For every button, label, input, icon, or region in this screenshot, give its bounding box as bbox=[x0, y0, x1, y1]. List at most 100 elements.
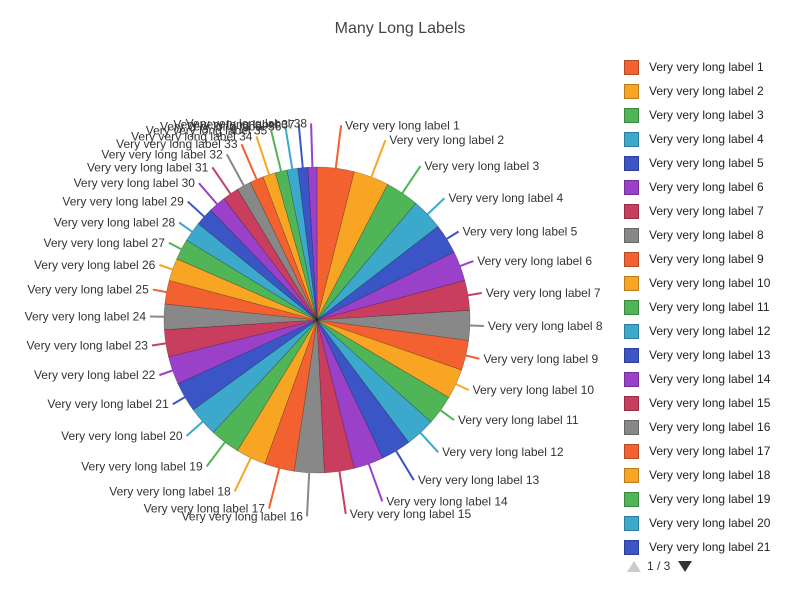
legend-swatch bbox=[624, 347, 639, 363]
pie-leader-line-34 bbox=[255, 136, 271, 176]
legend-item-19[interactable]: Very very long label 19 bbox=[624, 487, 794, 511]
legend-item-18[interactable]: Very very long label 18 bbox=[624, 463, 794, 487]
pie-label-28: Very very long label 28 bbox=[54, 216, 176, 230]
legend-item-11[interactable]: Very very long label 11 bbox=[624, 295, 794, 319]
legend-item-8[interactable]: Very very long label 8 bbox=[624, 223, 794, 247]
legend-item-21[interactable]: Very very long label 21 bbox=[624, 535, 794, 559]
pie-leader-line-6 bbox=[459, 260, 474, 267]
pager-down-arrow-icon[interactable] bbox=[678, 560, 693, 572]
pie-leader-line-26 bbox=[159, 263, 173, 271]
legend-label: Very very long label 4 bbox=[649, 132, 764, 146]
legend-swatch bbox=[624, 491, 639, 507]
legend-swatch bbox=[624, 179, 639, 195]
pie-leader-line-15 bbox=[338, 471, 347, 515]
pie-label-21: Very very long label 21 bbox=[47, 397, 169, 411]
legend-item-4[interactable]: Very very long label 4 bbox=[624, 127, 794, 151]
pie-leader-line-2 bbox=[370, 139, 387, 178]
pie-leader-line-25 bbox=[152, 288, 167, 294]
pie-label-24: Very very long label 24 bbox=[25, 309, 147, 323]
legend-swatch bbox=[624, 299, 639, 315]
legend-swatch bbox=[624, 539, 639, 555]
pie-leader-line-19 bbox=[205, 441, 226, 468]
legend-label: Very very long label 1 bbox=[649, 60, 764, 74]
legend-swatch bbox=[624, 275, 639, 291]
legend-swatch bbox=[624, 131, 639, 147]
pie-label-17: Very very long label 17 bbox=[144, 502, 266, 516]
pie-leader-line-37 bbox=[297, 124, 304, 168]
legend-swatch bbox=[624, 203, 639, 219]
pie-leader-line-31 bbox=[211, 166, 232, 195]
legend-label: Very very long label 12 bbox=[649, 324, 771, 338]
legend-item-13[interactable]: Very very long label 13 bbox=[624, 343, 794, 367]
legend-item-20[interactable]: Very very long label 20 bbox=[624, 511, 794, 535]
legend-item-5[interactable]: Very very long label 5 bbox=[624, 151, 794, 175]
pie-leader-line-27 bbox=[168, 241, 182, 251]
legend-item-1[interactable]: Very very long label 1 bbox=[624, 55, 794, 79]
pie-leader-line-36 bbox=[284, 126, 294, 170]
pie-label-1: Very very long label 1 bbox=[345, 118, 460, 132]
pie-label-12: Very very long label 12 bbox=[442, 445, 564, 459]
legend-label: Very very long label 10 bbox=[649, 276, 771, 290]
legend-label: Very very long label 8 bbox=[649, 228, 764, 242]
pie-leader-line-12 bbox=[419, 432, 439, 453]
pie-label-26: Very very long label 26 bbox=[34, 258, 156, 272]
pie-label-11: Very very long label 11 bbox=[458, 413, 579, 427]
pie-leader-line-22 bbox=[159, 369, 173, 377]
legend-swatch bbox=[624, 155, 639, 171]
pie-leader-line-30 bbox=[198, 182, 218, 205]
pie-leader-line-10 bbox=[455, 383, 470, 391]
legend-swatch bbox=[624, 443, 639, 459]
legend-label: Very very long label 13 bbox=[649, 348, 771, 362]
pie-leader-line-20 bbox=[185, 420, 204, 437]
legend-item-14[interactable]: Very very long label 14 bbox=[624, 367, 794, 391]
legend-item-12[interactable]: Very very long label 12 bbox=[624, 319, 794, 343]
legend-swatch bbox=[624, 419, 639, 435]
legend-label: Very very long label 18 bbox=[649, 468, 771, 482]
pie-leader-line-29 bbox=[187, 200, 205, 218]
legend-label: Very very long label 5 bbox=[649, 156, 764, 170]
legend-swatch bbox=[624, 395, 639, 411]
pie-label-23: Very very long label 23 bbox=[27, 338, 149, 352]
legend-swatch bbox=[624, 83, 639, 99]
legend-item-16[interactable]: Very very long label 16 bbox=[624, 415, 794, 439]
pie-label-6: Very very long label 6 bbox=[477, 254, 592, 268]
legend-label: Very very long label 20 bbox=[649, 516, 771, 530]
legend-label: Very very long label 14 bbox=[649, 372, 771, 386]
pie-label-30: Very very long label 30 bbox=[74, 176, 196, 190]
legend-label: Very very long label 2 bbox=[649, 84, 764, 98]
pie-label-10: Very very long label 10 bbox=[473, 383, 595, 397]
legend-swatch bbox=[624, 251, 639, 267]
legend-swatch bbox=[624, 467, 639, 483]
legend-item-3[interactable]: Very very long label 3 bbox=[624, 103, 794, 127]
pie-label-15: Very very long label 15 bbox=[350, 507, 472, 521]
legend-item-2[interactable]: Very very long label 2 bbox=[624, 79, 794, 103]
pager-up-arrow-icon[interactable] bbox=[627, 560, 641, 572]
pie-label-2: Very very long label 2 bbox=[389, 133, 504, 147]
pie-leader-line-1 bbox=[334, 125, 343, 169]
legend-item-9[interactable]: Very very long label 9 bbox=[624, 247, 794, 271]
pie-slices bbox=[163, 166, 471, 474]
pie-label-4: Very very long label 4 bbox=[448, 191, 563, 205]
legend-item-17[interactable]: Very very long label 17 bbox=[624, 439, 794, 463]
pie-label-29: Very very long label 29 bbox=[62, 195, 184, 209]
pie-leader-line-5 bbox=[446, 230, 460, 240]
legend-swatch bbox=[624, 515, 639, 531]
pie-leader-line-18 bbox=[233, 457, 252, 492]
pie-label-7: Very very long label 7 bbox=[486, 286, 601, 300]
pie-label-25: Very very long label 25 bbox=[27, 283, 149, 297]
legend-item-10[interactable]: Very very long label 10 bbox=[624, 271, 794, 295]
pie-label-5: Very very long label 5 bbox=[463, 224, 578, 238]
legend: Very very long label 1 Very very long lab… bbox=[624, 55, 794, 559]
pie-leader-line-23 bbox=[151, 342, 166, 347]
pie-leader-line-16 bbox=[305, 472, 311, 517]
pie-label-19: Very very long label 19 bbox=[81, 459, 203, 473]
legend-item-6[interactable]: Very very long label 6 bbox=[624, 175, 794, 199]
legend-swatch bbox=[624, 227, 639, 243]
legend-label: Very very long label 11 bbox=[649, 300, 770, 314]
legend-item-15[interactable]: Very very long label 15 bbox=[624, 391, 794, 415]
legend-swatch bbox=[624, 107, 639, 123]
legend-item-7[interactable]: Very very long label 7 bbox=[624, 199, 794, 223]
pie-leader-line-32 bbox=[225, 153, 245, 187]
legend-swatch bbox=[624, 371, 639, 387]
pie-label-38: Very very long label 38 bbox=[186, 116, 308, 130]
